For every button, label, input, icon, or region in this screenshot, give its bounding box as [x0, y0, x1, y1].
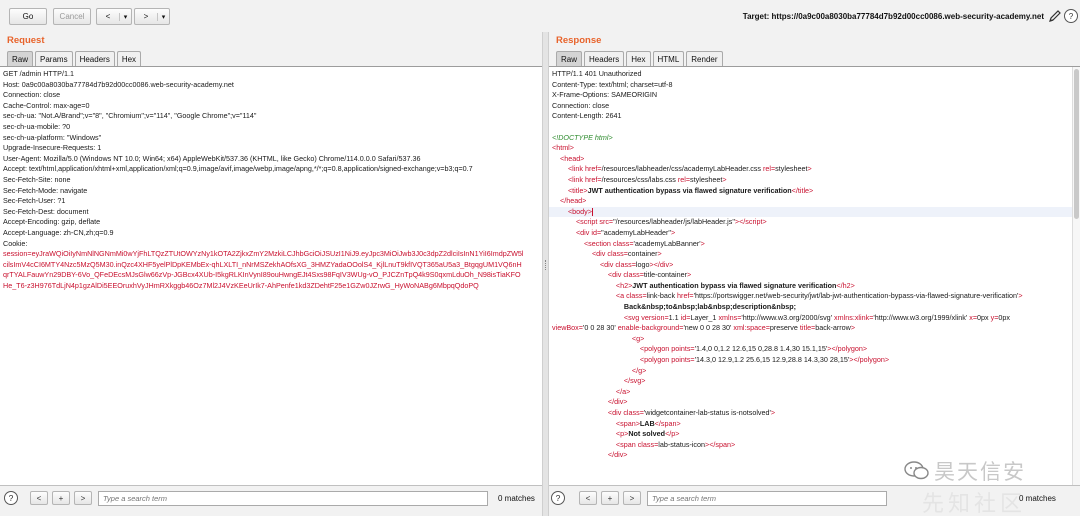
forward-icon: > — [143, 12, 149, 21]
request-line: Accept-Language: zh-CN,zh;q=0.9 — [3, 227, 114, 237]
tab-render[interactable]: Render — [686, 51, 723, 66]
response-header-line: HTTP/1.1 401 Unauthorized — [552, 69, 642, 78]
html-code-line: <title>JWT authentication bypass via fla… — [567, 185, 814, 195]
forward-button[interactable]: > ▾ — [134, 8, 170, 25]
search-match-count: 0 matches — [498, 494, 535, 503]
html-code-line: <html> — [552, 143, 574, 153]
request-line: Sec-Fetch-Site: none — [3, 174, 71, 184]
html-code-line: </div> — [607, 450, 628, 460]
response-pane: Response Raw Headers Hex HTML Render HTT… — [549, 32, 1080, 516]
tab-html[interactable]: HTML — [652, 51, 685, 66]
search-match-count: 0 matches — [1019, 494, 1056, 503]
html-code-line: <div class=logo></div> — [599, 259, 674, 269]
tab-params[interactable]: Params — [35, 51, 73, 66]
html-code-line: </svg> — [623, 376, 646, 386]
request-line: Host: 0a9c00a8030ba77784d7b92d00cc0086.w… — [3, 79, 234, 89]
search-options-button[interactable]: + — [601, 491, 619, 505]
request-line: Sec-Fetch-Mode: navigate — [3, 185, 88, 195]
response-title: Response — [556, 35, 602, 46]
html-code-line: <polygon points='1.4,0 0,1.2 12.6,15 0,2… — [639, 344, 868, 354]
request-line: Sec-Fetch-User: ?1 — [3, 196, 66, 206]
go-button[interactable]: Go — [9, 8, 47, 25]
help-icon[interactable]: ? — [551, 491, 565, 505]
request-line: Connection: close — [3, 90, 61, 100]
html-code-line: </head> — [560, 196, 587, 206]
back-icon: < — [105, 12, 111, 21]
html-code-line: <a class=link-back href='https://portswi… — [615, 291, 1023, 301]
request-line: Upgrade-Insecure-Requests: 1 — [3, 143, 102, 153]
response-editor[interactable]: HTTP/1.1 401 Unauthorized Content-Type: … — [549, 66, 1080, 486]
request-editor[interactable]: GET /admin HTTP/1.1 Host: 0a9c00a8030ba7… — [0, 66, 542, 486]
request-line: Accept-Encoding: gzip, deflate — [3, 217, 101, 227]
request-line: sec-ch-ua-platform: "Windows" — [3, 132, 102, 142]
request-line: Cache-Control: max-age=0 — [3, 100, 90, 110]
search-prev-button[interactable]: < — [30, 491, 48, 505]
html-code-line: <p>Not solved</p> — [615, 429, 680, 439]
html-code-line: </g> — [631, 365, 647, 375]
chevron-down-icon[interactable]: ▾ — [119, 12, 131, 21]
response-header-line: X-Frame-Options: SAMEORIGIN — [552, 90, 658, 100]
response-header-line: Content-Length: 2641 — [552, 111, 622, 121]
request-line: sec-ch-ua: "Not.A/Brand";v="8", "Chromiu… — [3, 111, 257, 121]
search-options-button[interactable]: + — [52, 491, 70, 505]
html-code-line: <div class=container> — [591, 249, 662, 259]
html-code-line: <span>LAB</span> — [615, 418, 681, 428]
pencil-icon[interactable] — [1048, 9, 1062, 23]
request-line: sec-ch-ua-mobile: ?0 — [3, 121, 71, 131]
html-code-line: <polygon points='14.3,0 12.9,1.2 25.6,15… — [639, 355, 890, 365]
request-search-bar: ? < + > 0 matches — [0, 488, 542, 512]
html-code-line: viewBox='0 0 28 30' enable-background='n… — [552, 323, 856, 333]
pane-divider[interactable] — [542, 32, 549, 516]
html-code-line: <!DOCTYPE html> — [552, 132, 613, 142]
response-header-line: Connection: close — [552, 100, 610, 110]
tab-hex[interactable]: Hex — [626, 51, 651, 66]
html-code-line: <h2>JWT authentication bypass via flawed… — [615, 280, 855, 290]
cancel-button[interactable]: Cancel — [53, 8, 91, 25]
response-tabs: Raw Headers Hex HTML Render — [556, 51, 723, 66]
request-line: Sec-Fetch-Dest: document — [3, 206, 89, 216]
request-line: Accept: text/html,application/xhtml+xml,… — [3, 164, 473, 174]
response-header-line: Content-Type: text/html; charset=utf-8 — [552, 79, 673, 89]
search-input[interactable] — [98, 491, 488, 506]
html-code-line: <div id="academyLabHeader"> — [575, 227, 676, 237]
html-code-line: <span class=lab-status-icon></span> — [615, 439, 736, 449]
response-scrollbar[interactable] — [1072, 67, 1080, 485]
back-button[interactable]: < ▾ — [96, 8, 132, 25]
target-url: Target: https://0a9c00a8030ba77784d7b92d… — [742, 12, 1044, 21]
tab-raw[interactable]: Raw — [7, 51, 34, 66]
tab-raw[interactable]: Raw — [556, 51, 583, 66]
chevron-down-icon[interactable]: ▾ — [157, 12, 169, 21]
cookie-value: session=eyJraWQiOiIyNmNlNGNmMi0wYjFhLTQz… — [3, 249, 524, 290]
toolbar: Go Cancel < ▾ > ▾ Target: https://0a9c00… — [0, 0, 1080, 32]
search-input[interactable] — [647, 491, 887, 506]
html-code-line: <script src="/resources/labheader/js/lab… — [575, 217, 767, 227]
response-search-bar: ? < + > 0 matches — [549, 488, 1080, 512]
request-line: Cookie: — [3, 238, 28, 248]
tab-hex[interactable]: Hex — [116, 51, 142, 66]
request-pane: Request Raw Params Headers Hex GET /admi… — [0, 32, 542, 516]
search-next-button[interactable]: > — [623, 491, 641, 505]
tab-headers[interactable]: Headers — [584, 51, 625, 66]
html-code-line: <div class=title-container> — [607, 270, 692, 280]
request-line: GET /admin HTTP/1.1 — [3, 69, 74, 78]
html-code-line: <g> — [631, 333, 645, 343]
html-code-line: Back&nbsp;to&nbsp;lab&nbsp;description&n… — [623, 302, 796, 312]
search-next-button[interactable]: > — [74, 491, 92, 505]
html-code-line: <body> — [549, 206, 1080, 218]
help-icon[interactable]: ? — [4, 491, 18, 505]
tab-headers[interactable]: Headers — [74, 51, 115, 66]
html-code-line: <link href=/resources/labheader/css/acad… — [567, 164, 812, 174]
html-code-line: <section class='academyLabBanner'> — [583, 238, 705, 248]
html-code-line: </a> — [615, 386, 631, 396]
html-code-line: <div class='widgetcontainer-lab-status i… — [607, 408, 776, 417]
html-code-line: <head> — [560, 153, 585, 163]
html-code-line: <svg version=1.1 id=Layer_1 xmlns='http:… — [623, 312, 1010, 322]
html-code-line: <link href=/resources/css/labs.css rel=s… — [567, 174, 727, 184]
request-title: Request — [7, 35, 45, 46]
html-code-line: </div> — [607, 397, 628, 407]
request-tabs: Raw Params Headers Hex — [7, 51, 142, 66]
search-prev-button[interactable]: < — [579, 491, 597, 505]
help-icon[interactable]: ? — [1064, 9, 1078, 23]
request-line: User-Agent: Mozilla/5.0 (Windows NT 10.0… — [3, 153, 421, 163]
